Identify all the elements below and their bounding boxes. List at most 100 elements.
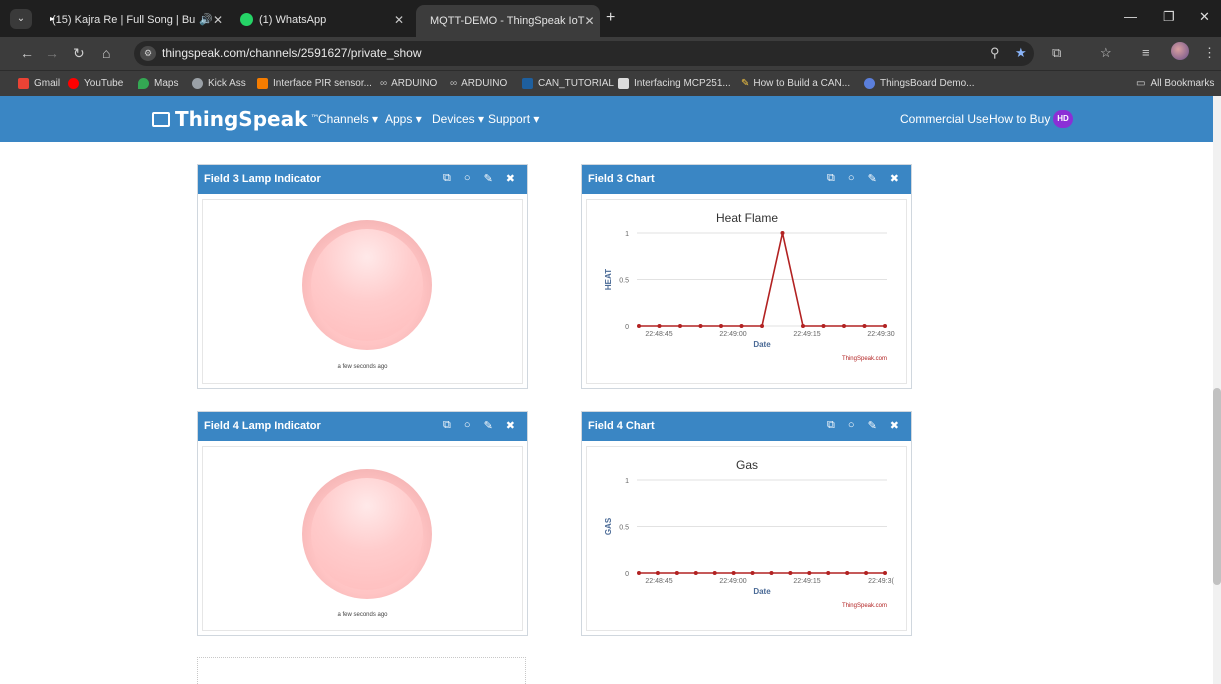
folder-icon: ▭ <box>1136 78 1146 89</box>
close-icon[interactable]: ✖ <box>506 419 515 432</box>
site-info-icon[interactable]: ⚙ <box>140 46 156 61</box>
forward-button[interactable]: → <box>45 45 59 61</box>
widget-body: Heat Flame 0 0.5 1 HEAT 22:48:45 22:49:00 22:49… <box>586 199 907 384</box>
menu-icon[interactable]: ⋮ <box>1203 45 1216 61</box>
comment-icon[interactable]: ○ <box>464 172 471 185</box>
bookmark-star-icon[interactable]: ★ <box>1015 45 1027 61</box>
comment-icon[interactable]: ○ <box>848 419 855 432</box>
scrollbar-thumb[interactable] <box>1213 388 1221 585</box>
zoom-icon[interactable]: ⚲ <box>990 45 1000 61</box>
bookmark-gmail[interactable]: Gmail <box>18 78 60 89</box>
bookmark-can-build[interactable]: ✎ How to Build a CAN... <box>741 78 850 89</box>
bookmark-thingsboard[interactable]: ThingsBoard Demo... <box>864 78 975 89</box>
bookmark-arduino-1[interactable]: ∞ ARDUINO <box>380 78 437 89</box>
speaker-icon[interactable]: 🔊 <box>199 13 213 26</box>
close-icon[interactable]: ✖ <box>890 419 899 432</box>
menu-support[interactable]: Support ▾ <box>488 112 539 126</box>
maximize-button[interactable]: ❐ <box>1163 9 1175 25</box>
widget-title: Field 3 Lamp Indicator <box>204 173 321 185</box>
data-point <box>698 324 703 328</box>
data-point <box>739 324 744 328</box>
bookmark-mcp251[interactable]: Interfacing MCP251... <box>618 78 731 89</box>
browser-toolbar: ← → ↻ ⌂ ⚙ thingspeak.com/channels/259162… <box>0 37 1221 70</box>
extensions-icon[interactable]: ⧉ <box>1052 45 1061 61</box>
data-point <box>674 571 679 575</box>
home-icon[interactable]: ⌂ <box>102 45 110 61</box>
open-external-icon[interactable]: ⧉ <box>443 172 451 185</box>
menu-apps[interactable]: Apps ▾ <box>385 112 422 126</box>
open-external-icon[interactable]: ⧉ <box>827 172 835 185</box>
x-axis-label: Date <box>753 340 771 349</box>
field3-chart-widget: Field 3 Chart ⧉ ○ ✎ ✖ Heat Flame 0 0.5 1 HEA… <box>581 164 912 389</box>
back-button[interactable]: ← <box>20 45 34 61</box>
tab-title: (15) Kajra Re | Full Song | Bu <box>52 13 196 26</box>
y-axis-label: GAS <box>604 517 613 535</box>
field4-chart-widget: Field 4 Chart ⧉ ○ ✎ ✖ Gas 0 0.5 1 GAS 22:48:4… <box>581 411 912 636</box>
reload-button[interactable]: ↻ <box>73 45 85 62</box>
open-external-icon[interactable]: ⧉ <box>443 419 451 432</box>
minimize-button[interactable]: — <box>1124 9 1137 24</box>
y-tick-label: 1 <box>625 478 629 485</box>
widget-header: Field 3 Chart ⧉ ○ ✎ ✖ <box>582 165 911 194</box>
lamp-indicator <box>302 469 432 599</box>
bookmark-can-tutorial[interactable]: CAN_TUTORIAL <box>522 78 614 89</box>
how-to-buy-link[interactable]: How to Buy <box>989 112 1050 126</box>
tab-whatsapp[interactable]: (1) WhatsApp ✕ <box>232 6 412 33</box>
media-control-icon[interactable]: ≡ <box>1142 45 1150 60</box>
bookmarks-icon[interactable]: ☆ <box>1100 45 1112 61</box>
close-icon[interactable]: ✖ <box>506 172 515 185</box>
site-icon <box>257 78 268 89</box>
x-tick-label: 22:49:3( <box>868 578 894 585</box>
lamp-indicator <box>302 220 432 350</box>
url-text: thingspeak.com/channels/2591627/private_… <box>162 46 422 60</box>
menu-devices[interactable]: Devices ▾ <box>432 112 484 126</box>
site-icon: ✎ <box>741 78 750 89</box>
data-point <box>678 324 682 328</box>
y-tick-label: 0 <box>625 324 629 331</box>
edit-pencil-icon[interactable]: ✎ <box>868 419 877 432</box>
comment-icon[interactable]: ○ <box>464 419 471 432</box>
edit-pencil-icon[interactable]: ✎ <box>484 172 493 185</box>
window-close-button[interactable]: ✕ <box>1199 9 1210 25</box>
bookmark-arduino-2[interactable]: ∞ ARDUINO <box>450 78 507 89</box>
field4-lamp-widget: Field 4 Lamp Indicator ⧉ ○ ✎ ✖ a few sec… <box>197 411 528 636</box>
close-icon[interactable]: ✕ <box>394 13 404 27</box>
lamp-timestamp: a few seconds ago <box>337 612 388 618</box>
data-point <box>637 571 641 575</box>
thingspeak-logo[interactable]: ThingSpeak ™ <box>152 107 319 131</box>
data-point <box>862 324 867 328</box>
widget-header: Field 4 Chart ⧉ ○ ✎ ✖ <box>582 412 911 441</box>
x-tick-label: 22:49:00 <box>719 331 746 338</box>
site-icon <box>864 78 875 89</box>
menu-channels[interactable]: Channels ▾ <box>318 112 378 126</box>
lamp-timestamp: a few seconds ago <box>337 364 388 370</box>
data-point <box>801 324 805 328</box>
edit-pencil-icon[interactable]: ✎ <box>484 419 493 432</box>
profile-avatar[interactable] <box>1171 42 1189 60</box>
x-tick-label: 22:48:45 <box>645 578 672 585</box>
widget-header: Field 4 Lamp Indicator ⧉ ○ ✎ ✖ <box>198 412 527 441</box>
tab-youtube[interactable]: (15) Kajra Re | Full Song | Bu 🔊 ✕ <box>38 6 228 33</box>
user-avatar[interactable]: HD <box>1053 110 1073 128</box>
commercial-use-link[interactable]: Commercial Use <box>900 112 989 126</box>
bookmark-youtube[interactable]: YouTube <box>68 78 123 89</box>
data-point <box>788 571 793 575</box>
all-bookmarks[interactable]: ▭ All Bookmarks <box>1136 78 1214 89</box>
close-icon[interactable]: ✖ <box>890 172 899 185</box>
edit-pencil-icon[interactable]: ✎ <box>868 172 877 185</box>
data-point <box>883 571 887 575</box>
address-bar[interactable]: ⚙ thingspeak.com/channels/2591627/privat… <box>134 41 1034 66</box>
x-tick-label: 22:49:15 <box>793 578 820 585</box>
comment-icon[interactable]: ○ <box>848 172 855 185</box>
close-icon[interactable]: ✕ <box>213 13 223 27</box>
bookmark-pir-sensor[interactable]: Interface PIR sensor... <box>257 78 372 89</box>
bookmark-maps[interactable]: Maps <box>138 78 178 89</box>
close-icon[interactable]: ✕ <box>584 14 594 28</box>
y-axis-label: HEAT <box>604 269 613 290</box>
tab-thingspeak[interactable]: MQTT-DEMO - ThingSpeak IoT ✕ <box>416 5 600 37</box>
open-external-icon[interactable]: ⧉ <box>827 419 835 432</box>
bookmark-kick-ass[interactable]: Kick Ass <box>192 78 246 89</box>
tab-search-button[interactable]: ⌄ <box>10 9 32 29</box>
new-tab-button[interactable]: + <box>606 9 615 27</box>
data-point <box>826 571 831 575</box>
